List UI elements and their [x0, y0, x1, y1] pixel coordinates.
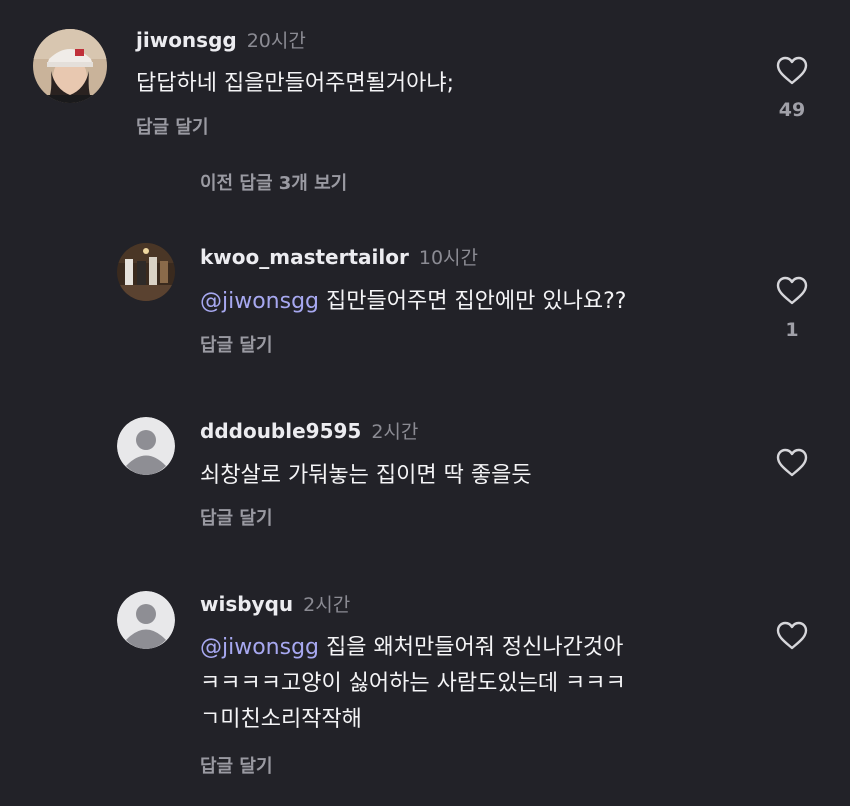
- mention-link[interactable]: @jiwonsgg: [200, 635, 319, 660]
- heart-icon: [776, 448, 808, 477]
- comment-line: ㄱ미친소리작작해: [200, 707, 362, 732]
- comment-text: 쇠창살로 가둬놓는 집이면 딱 좋을듯: [200, 463, 532, 488]
- username[interactable]: wisbyqu: [200, 592, 293, 616]
- timestamp: 20시간: [246, 30, 306, 52]
- comment-jiwonsgg: jiwonsgg 20시간 답답하네 집을만들어주면될거아냐; 답글 달기 49: [0, 0, 850, 160]
- heart-icon: [776, 276, 808, 305]
- like-button[interactable]: 49: [772, 56, 812, 120]
- like-count: 1: [785, 319, 799, 341]
- avatar[interactable]: [117, 417, 175, 475]
- comment-header: dddouble9595 2시간: [200, 421, 418, 442]
- comment-text-body: 집만들어주면 집안에만 있나요??: [319, 289, 627, 314]
- view-previous-replies-button[interactable]: 이전 답글 3개 보기: [200, 175, 347, 193]
- comment-text: @jiwonsgg 집만들어주면 집안에만 있나요??: [200, 284, 760, 320]
- comment-text: @jiwonsgg 집을 왜처만들어줘 정신나간것아 ㅋㅋㅋㅋ고양이 싫어하는 …: [200, 630, 760, 738]
- like-button[interactable]: [772, 448, 812, 477]
- like-count: 49: [778, 99, 806, 121]
- comment-line: ㅋㅋㅋㅋ고양이 싫어하는 사람도있는데 ㅋㅋㅋ: [200, 671, 626, 696]
- username[interactable]: dddouble9595: [200, 419, 361, 443]
- username[interactable]: kwoo_mastertailor: [200, 245, 409, 269]
- comment-text: 답답하네 집을만들어주면될거아냐;: [136, 71, 455, 96]
- mention-link[interactable]: @jiwonsgg: [200, 289, 319, 314]
- heart-icon: [776, 621, 808, 650]
- like-button[interactable]: [772, 621, 812, 650]
- comment-header: wisbyqu 2시간: [200, 594, 350, 615]
- reply-button[interactable]: 답글 달기: [200, 337, 273, 355]
- comment-header: kwoo_mastertailor 10시간: [200, 247, 478, 268]
- heart-icon: [776, 56, 808, 85]
- like-button[interactable]: 1: [772, 276, 812, 340]
- comment-text-body: 집을 왜처만들어줘 정신나간것아: [319, 635, 624, 660]
- comment-line: @jiwonsgg 집을 왜처만들어줘 정신나간것아: [200, 630, 760, 666]
- avatar[interactable]: [33, 29, 107, 103]
- username[interactable]: jiwonsgg: [136, 28, 237, 52]
- timestamp: 2시간: [303, 594, 351, 616]
- comment-header: jiwonsgg 20시간: [136, 30, 306, 51]
- avatar[interactable]: [117, 591, 175, 649]
- timestamp: 2시간: [371, 421, 419, 443]
- reply-button[interactable]: 답글 달기: [200, 758, 273, 776]
- reply-button[interactable]: 답글 달기: [200, 510, 273, 528]
- avatar[interactable]: [117, 243, 175, 301]
- reply-button[interactable]: 답글 달기: [136, 119, 209, 137]
- timestamp: 10시간: [418, 247, 478, 269]
